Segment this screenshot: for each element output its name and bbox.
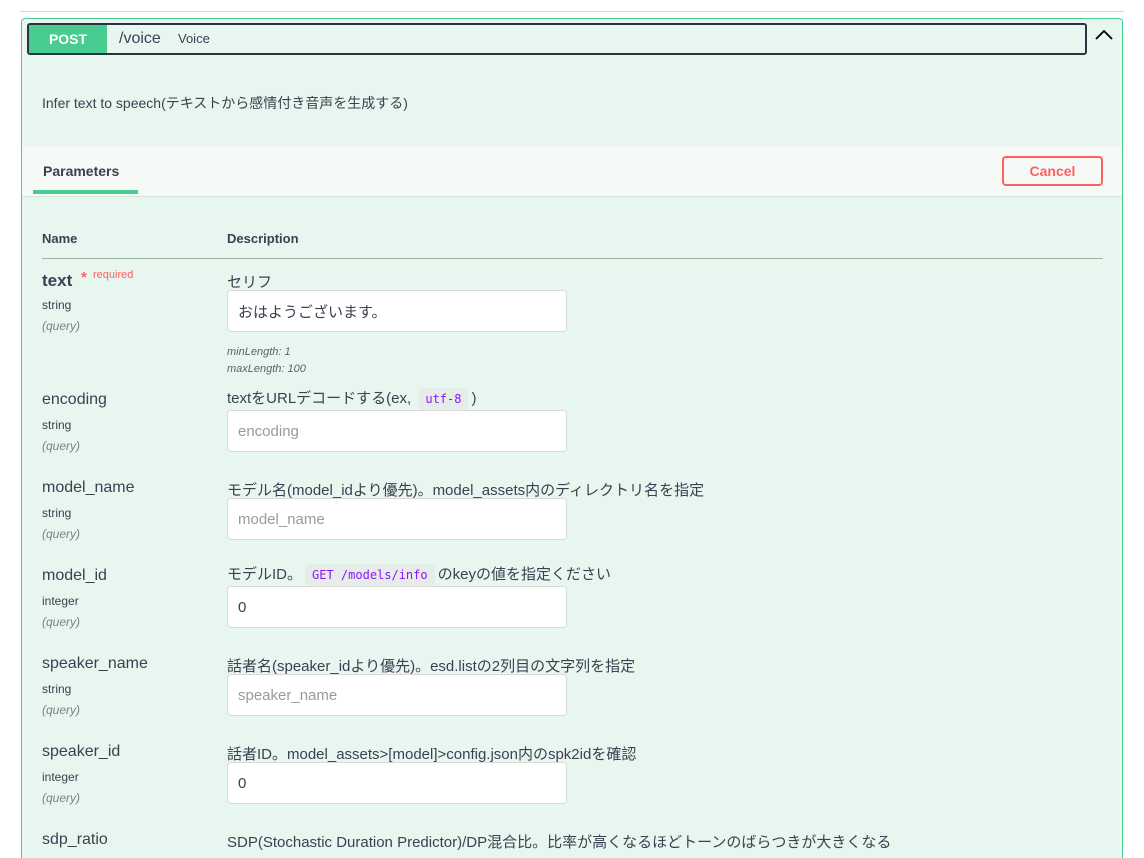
param-name: speaker_id xyxy=(42,743,121,760)
description-text: textをURLデコードする(ex, xyxy=(227,390,416,407)
param-location: (query) xyxy=(42,791,81,805)
param-name: sdp_ratio xyxy=(42,831,108,848)
operation-description: Infer text to speech(テキストから感情付き音声を生成する) xyxy=(42,95,408,111)
param-type: string xyxy=(42,506,72,520)
cancel-button[interactable]: Cancel xyxy=(1002,156,1103,186)
max-length-note: maxLength: 100 xyxy=(227,363,306,375)
param-location: (query) xyxy=(42,703,81,717)
description-text: ) xyxy=(471,390,477,407)
min-length-note: minLength: 1 xyxy=(227,346,291,358)
table-header-divider xyxy=(42,258,1103,259)
param-name: model_id xyxy=(42,567,107,584)
model-id-input[interactable] xyxy=(227,586,567,628)
required-star: * xyxy=(81,269,87,286)
description-text: のkeyの値を指定ください xyxy=(437,566,611,583)
tab-parameters-label: Parameters xyxy=(43,163,120,179)
inline-code: GET /models/info xyxy=(305,564,435,586)
param-description: SDP(Stochastic Duration Predictor)/DP混合比… xyxy=(227,834,892,851)
param-location: (query) xyxy=(42,527,81,541)
param-name: speaker_name xyxy=(42,655,148,672)
param-type: string xyxy=(42,298,72,312)
param-description: 話者ID。model_assets>[model]>config.json内のs… xyxy=(227,746,637,763)
top-divider xyxy=(20,11,1124,12)
column-header-name: Name xyxy=(42,231,78,246)
text-input[interactable] xyxy=(227,290,567,332)
speaker-id-input[interactable] xyxy=(227,762,567,804)
param-type: integer xyxy=(42,594,79,608)
param-description: 話者名(speaker_idより優先)。esd.listの2列目の文字列を指定 xyxy=(227,658,636,675)
param-name: model_name xyxy=(42,479,135,496)
required-label: required xyxy=(93,269,134,281)
method-badge: POST xyxy=(29,25,107,53)
param-location: (query) xyxy=(42,439,81,453)
chevron-up-icon xyxy=(1095,29,1113,40)
inline-code: utf-8 xyxy=(418,388,469,410)
operation-summary-text: Voice xyxy=(178,31,210,46)
operation-path: /voice xyxy=(119,30,161,47)
param-description: モデルID。 GET /models/info のkeyの値を指定ください xyxy=(227,563,611,586)
operation-summary[interactable]: POST /voice Voice xyxy=(27,23,1087,55)
param-name: text xyxy=(42,271,73,290)
tab-active-indicator xyxy=(33,190,138,194)
collapse-toggle[interactable] xyxy=(1089,25,1119,53)
operation-block-post-voice: POST /voice Voice Infer text to speech(テ… xyxy=(21,18,1123,858)
param-description: モデル名(model_idより優先)。model_assets内のディレクトリ名… xyxy=(227,482,705,499)
param-location: (query) xyxy=(42,319,81,333)
param-type: string xyxy=(42,682,72,696)
param-description: セリフ xyxy=(227,274,273,291)
param-type: string xyxy=(42,418,72,432)
parameters-section-header: Parameters Cancel xyxy=(22,146,1122,196)
model-name-input[interactable] xyxy=(227,498,567,540)
speaker-name-input[interactable] xyxy=(227,674,567,716)
param-name: encoding xyxy=(42,391,107,408)
tab-parameters[interactable]: Parameters xyxy=(34,146,138,192)
column-header-description: Description xyxy=(227,231,299,246)
description-text: モデルID。 xyxy=(227,566,303,583)
encoding-input[interactable] xyxy=(227,410,567,452)
param-location: (query) xyxy=(42,615,81,629)
param-type: integer xyxy=(42,770,79,784)
param-description: textをURLデコードする(ex, utf-8) xyxy=(227,387,476,410)
section-divider xyxy=(22,196,1122,197)
